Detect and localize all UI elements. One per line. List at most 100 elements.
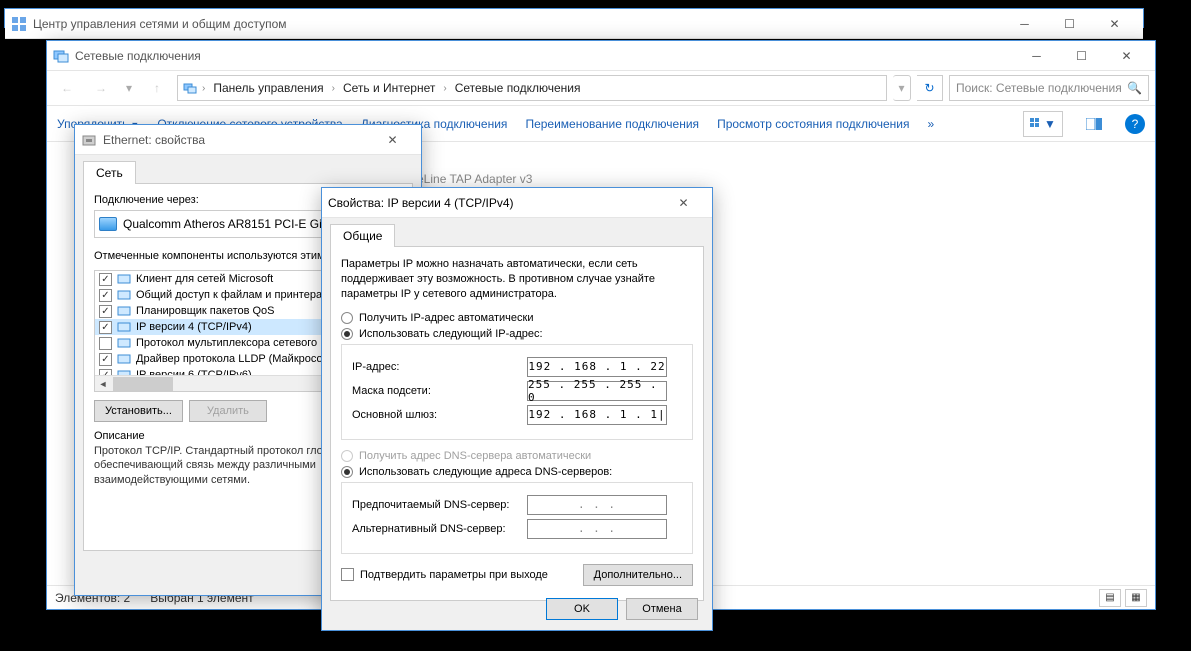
tab-panel: Параметры IP можно назначать автоматичес…	[330, 246, 704, 601]
close-button[interactable]: ✕	[1104, 41, 1149, 70]
preview-pane-button[interactable]	[1081, 111, 1107, 137]
titlebar[interactable]: Центр управления сетями и общим доступом…	[5, 9, 1143, 39]
close-button[interactable]: ✕	[1092, 9, 1137, 38]
install-button[interactable]: Установить...	[94, 400, 183, 422]
component-label: Протокол мультиплексора сетевого	[136, 337, 317, 349]
component-icon	[116, 336, 132, 350]
history-dropdown[interactable]: ▾	[893, 75, 911, 101]
maximize-button[interactable]: ☐	[1059, 41, 1104, 70]
titlebar[interactable]: Сетевые подключения ─ ☐ ✕	[47, 41, 1155, 71]
radio-icon	[341, 450, 353, 462]
gateway-input[interactable]: 192 . 168 . 1 . 1|	[527, 405, 667, 425]
chevron-right-icon[interactable]: ›	[443, 83, 446, 94]
checkbox-icon[interactable]: ✓	[99, 353, 112, 366]
dialog-title: Ethernet: свойства	[103, 133, 370, 147]
app-icon	[53, 48, 69, 64]
back-button[interactable]: ←	[53, 74, 81, 102]
component-icon	[116, 272, 132, 286]
subnet-mask-input[interactable]: 255 . 255 . 255 . 0	[527, 381, 667, 401]
up-button[interactable]: ↑	[143, 74, 171, 102]
radio-label: Использовать следующие адреса DNS-сервер…	[359, 466, 612, 478]
cancel-button[interactable]: Отмена	[626, 598, 698, 620]
advanced-button[interactable]: Дополнительно...	[583, 564, 693, 586]
ethernet-icon	[81, 132, 97, 148]
adapter-name: Qualcomm Atheros AR8151 PCI-E Gigabit	[123, 217, 348, 231]
titlebar[interactable]: Ethernet: свойства ✕	[75, 125, 421, 155]
subnet-mask-label: Маска подсети:	[352, 385, 527, 397]
checkbox-icon[interactable]	[99, 337, 112, 350]
component-icon	[116, 352, 132, 366]
window-title: Сетевые подключения	[75, 49, 1014, 63]
checkbox-icon	[341, 568, 354, 581]
breadcrumb-item[interactable]: Сеть и Интернет	[339, 79, 439, 97]
component-label: Клиент для сетей Microsoft	[136, 273, 273, 285]
ip-address-input[interactable]: 192 . 168 . 1 . 22	[527, 357, 667, 377]
search-input[interactable]: Поиск: Сетевые подключения 🔍	[949, 75, 1149, 101]
network-center-window: Центр управления сетями и общим доступом…	[4, 8, 1144, 28]
breadcrumb[interactable]: › Панель управления › Сеть и Интернет › …	[177, 75, 887, 101]
breadcrumb-item[interactable]: Панель управления	[209, 79, 327, 97]
radio-label: Получить адрес DNS-сервера автоматически	[359, 450, 591, 462]
checkbox-icon[interactable]: ✓	[99, 289, 112, 302]
ip-address-label: IP-адрес:	[352, 361, 527, 373]
checkbox-icon[interactable]: ✓	[99, 321, 112, 334]
uninstall-button: Удалить	[189, 400, 267, 422]
ok-button[interactable]: OK	[546, 598, 618, 620]
recent-button[interactable]: ▾	[121, 74, 137, 102]
more-menu[interactable]: »	[928, 117, 935, 131]
help-button[interactable]: ?	[1125, 114, 1145, 134]
radio-label: Использовать следующий IP-адрес:	[359, 328, 543, 340]
ipv4-properties-dialog: Свойства: IP версии 4 (TCP/IPv4) ✕ Общие…	[321, 187, 713, 631]
dns2-input[interactable]: . . .	[527, 519, 667, 539]
titlebar[interactable]: Свойства: IP версии 4 (TCP/IPv4) ✕	[322, 188, 712, 218]
dns1-input[interactable]: . . .	[527, 495, 667, 515]
close-button[interactable]: ✕	[370, 125, 415, 154]
radio-auto-ip[interactable]: Получить IP-адрес автоматически	[341, 312, 693, 324]
scroll-thumb[interactable]	[113, 377, 173, 391]
window-title: Центр управления сетями и общим доступом	[33, 17, 1002, 31]
radio-manual-ip[interactable]: Использовать следующий IP-адрес:	[341, 328, 693, 340]
gateway-label: Основной шлюз:	[352, 409, 527, 421]
forward-button[interactable]: →	[87, 74, 115, 102]
view-status-button[interactable]: Просмотр состояния подключения	[717, 117, 909, 131]
search-icon[interactable]: 🔍	[1127, 81, 1142, 95]
scroll-left-icon[interactable]: ◄	[95, 376, 111, 392]
radio-icon	[341, 312, 353, 324]
close-button[interactable]: ✕	[661, 188, 706, 217]
breadcrumb-icon	[182, 80, 198, 96]
dns2-label: Альтернативный DNS-сервер:	[352, 523, 527, 535]
tab-strip: Общие	[322, 218, 712, 246]
component-label: Планировщик пакетов QoS	[136, 305, 275, 317]
maximize-button[interactable]: ☐	[1047, 9, 1092, 38]
breadcrumb-item[interactable]: Сетевые подключения	[451, 79, 585, 97]
minimize-button[interactable]: ─	[1002, 9, 1047, 38]
confirm-checkbox[interactable]: Подтвердить параметры при выходе	[341, 568, 548, 581]
dns-fieldset: Предпочитаемый DNS-сервер: . . . Альтерн…	[341, 482, 693, 554]
tab-general[interactable]: Общие	[330, 224, 395, 247]
info-text: Параметры IP можно назначать автоматичес…	[341, 257, 693, 302]
confirm-label: Подтвердить параметры при выходе	[360, 569, 548, 581]
chevron-right-icon[interactable]: ›	[202, 83, 205, 94]
rename-button[interactable]: Переименование подключения	[525, 117, 699, 131]
large-icons-view-icon[interactable]: ▦	[1125, 589, 1147, 607]
component-label: Общий доступ к файлам и принтерам	[136, 289, 330, 301]
checkbox-icon[interactable]: ✓	[99, 305, 112, 318]
component-icon	[116, 304, 132, 318]
app-icon	[11, 16, 27, 32]
tab-strip: Сеть	[75, 155, 421, 183]
dns1-label: Предпочитаемый DNS-сервер:	[352, 499, 527, 511]
details-view-icon[interactable]: ▤	[1099, 589, 1121, 607]
radio-manual-dns[interactable]: Использовать следующие адреса DNS-сервер…	[341, 466, 693, 478]
component-icon	[116, 320, 132, 334]
view-mode-button[interactable]: ▼	[1023, 111, 1063, 137]
adapter-label: eLine TAP Adapter v3	[417, 172, 532, 186]
tab-network[interactable]: Сеть	[83, 161, 136, 184]
checkbox-icon[interactable]: ✓	[99, 273, 112, 286]
chevron-right-icon[interactable]: ›	[332, 83, 335, 94]
minimize-button[interactable]: ─	[1014, 41, 1059, 70]
ip-fieldset: IP-адрес: 192 . 168 . 1 . 22 Маска подсе…	[341, 344, 693, 440]
radio-icon	[341, 328, 353, 340]
dialog-title: Свойства: IP версии 4 (TCP/IPv4)	[328, 196, 661, 210]
refresh-button[interactable]: ↻	[917, 75, 943, 101]
address-bar: ← → ▾ ↑ › Панель управления › Сеть и Инт…	[47, 71, 1155, 106]
